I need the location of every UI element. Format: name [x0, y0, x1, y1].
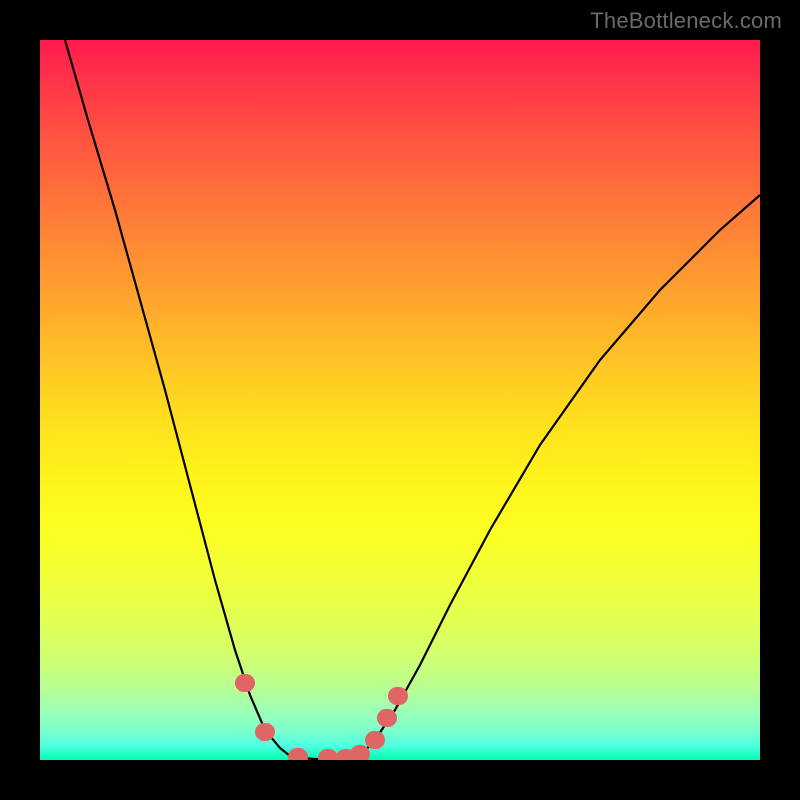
marker-group [235, 674, 408, 760]
marker-dot [255, 723, 275, 741]
marker-dot [288, 748, 308, 760]
curve-svg [40, 40, 760, 760]
marker-dot [235, 674, 255, 692]
marker-dot [318, 749, 338, 760]
marker-dot [365, 731, 385, 749]
curve-right [358, 195, 760, 758]
watermark-text: TheBottleneck.com [590, 8, 782, 34]
marker-dot [377, 709, 397, 727]
plot-area [40, 40, 760, 760]
outer-frame: TheBottleneck.com [0, 0, 800, 800]
marker-dot [388, 687, 408, 705]
curve-left [65, 40, 300, 758]
